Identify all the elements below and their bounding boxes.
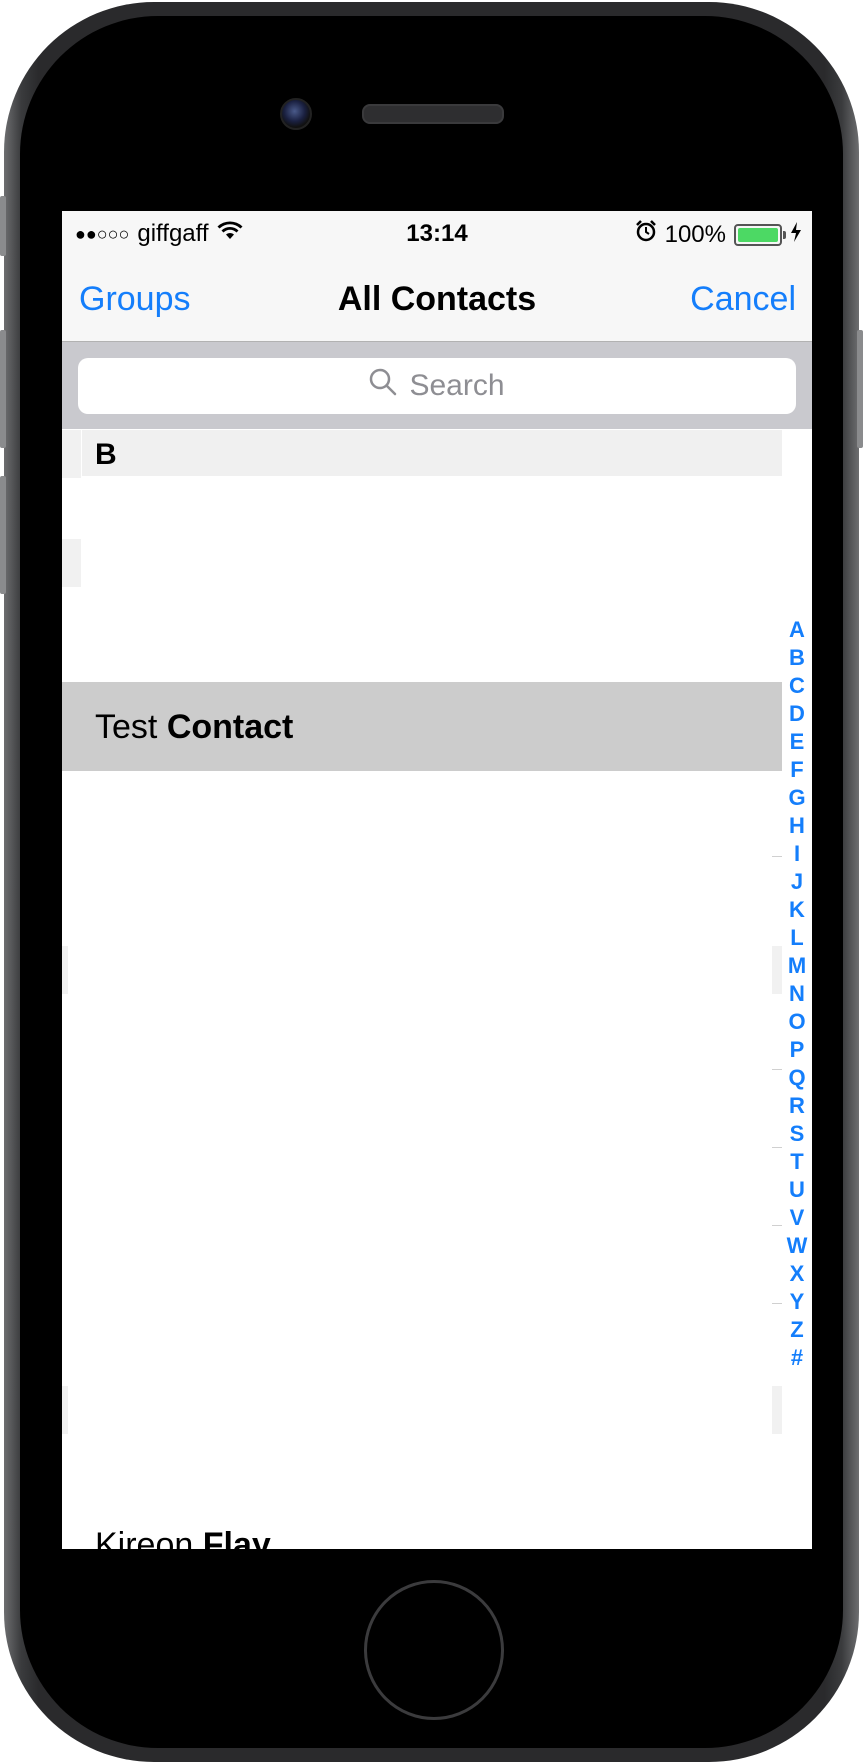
index-letter-u[interactable]: U <box>782 1176 812 1204</box>
contact-row-partial[interactable]: Kireon Flay <box>95 1526 271 1549</box>
index-letter-m[interactable]: M <box>782 952 812 980</box>
contact-row-selected[interactable]: Test Contact <box>62 682 782 771</box>
index-letter-n[interactable]: N <box>782 980 812 1008</box>
contact-last-name: Contact <box>166 708 294 746</box>
row-separator <box>772 1069 782 1070</box>
row-separator <box>772 1147 782 1148</box>
section-header-b: B <box>82 430 782 476</box>
index-letter-z[interactable]: Z <box>782 1316 812 1344</box>
status-bar: ●●○○○ giffgaff 13:14 100% <box>62 211 812 253</box>
screen: ●●○○○ giffgaff 13:14 100% Groups All Con… <box>62 211 812 1549</box>
row-ghost <box>772 1386 782 1434</box>
index-letter-h[interactable]: H <box>782 812 812 840</box>
row-ghost <box>62 430 81 478</box>
contact-first-name: Kireon <box>95 1526 194 1549</box>
index-letter-y[interactable]: Y <box>782 1288 812 1316</box>
index-letter-w[interactable]: W <box>782 1232 812 1260</box>
row-ghost <box>62 539 81 587</box>
index-letter-c[interactable]: C <box>782 672 812 700</box>
index-letter-q[interactable]: Q <box>782 1064 812 1092</box>
index-letter-i[interactable]: I <box>782 840 812 868</box>
cancel-button[interactable]: Cancel <box>690 280 796 319</box>
index-letter-v[interactable]: V <box>782 1204 812 1232</box>
search-placeholder: Search <box>409 369 505 402</box>
index-letter-e[interactable]: E <box>782 728 812 756</box>
volume-down-button <box>0 476 6 594</box>
index-letter-p[interactable]: P <box>782 1036 812 1064</box>
index-letter-g[interactable]: G <box>782 784 812 812</box>
index-letter-j[interactable]: J <box>782 868 812 896</box>
index-letter-b[interactable]: B <box>782 644 812 672</box>
row-separator <box>772 1303 782 1304</box>
contact-last-name: Flay <box>202 1526 271 1549</box>
home-button[interactable] <box>364 1580 504 1720</box>
section-letter: B <box>95 438 117 471</box>
earpiece-speaker <box>362 104 504 124</box>
mute-switch <box>0 196 6 256</box>
row-separator <box>772 1225 782 1226</box>
bolt-icon <box>790 221 802 249</box>
index-letter-a[interactable]: A <box>782 616 812 644</box>
alarm-icon <box>635 220 657 249</box>
search-icon <box>369 368 397 404</box>
search-bar: Search <box>62 342 812 429</box>
index-letter-f[interactable]: F <box>782 756 812 784</box>
index-letter-r[interactable]: R <box>782 1092 812 1120</box>
index-letter-t[interactable]: T <box>782 1148 812 1176</box>
row-separator <box>772 856 782 857</box>
index-letter-l[interactable]: L <box>782 924 812 952</box>
row-ghost <box>62 946 68 994</box>
section-index[interactable]: A B C D E F G H I J K L M N O P Q R S T U V W X Y Z # <box>782 616 812 1372</box>
volume-up-button <box>0 330 6 448</box>
row-ghost <box>62 1386 68 1434</box>
index-letter-x[interactable]: X <box>782 1260 812 1288</box>
index-letter-d[interactable]: D <box>782 700 812 728</box>
contact-first-name: Test <box>95 708 158 746</box>
battery-icon <box>734 223 786 246</box>
index-letter-s[interactable]: S <box>782 1120 812 1148</box>
front-camera <box>280 98 312 130</box>
contact-name: Test Contact <box>95 708 293 747</box>
power-button <box>857 330 863 448</box>
navigation-bar: Groups All Contacts Cancel <box>62 253 812 342</box>
index-letter-o[interactable]: O <box>782 1008 812 1036</box>
index-letter-k[interactable]: K <box>782 896 812 924</box>
row-ghost <box>772 946 782 994</box>
battery-level <box>738 227 778 242</box>
battery-percent: 100% <box>664 220 726 248</box>
index-letter-hash[interactable]: # <box>782 1344 812 1372</box>
search-input[interactable]: Search <box>78 358 796 414</box>
